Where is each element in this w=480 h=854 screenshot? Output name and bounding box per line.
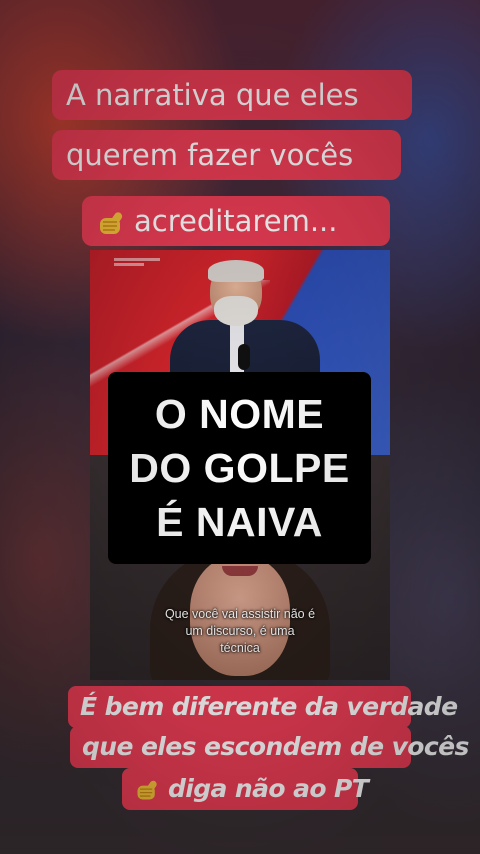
pointing-hand-icon: [134, 777, 160, 803]
headline-box: O NOME DO GOLPE É NAIVA: [108, 372, 371, 564]
headline-line: É NAIVA: [156, 499, 323, 545]
top-caption-line: querem fazer vocês: [52, 130, 401, 180]
bottom-caption-line: É bem diferente da verdade: [68, 686, 458, 728]
top-caption-line: acreditarem...: [82, 196, 390, 246]
headline-line: DO GOLPE: [129, 445, 350, 491]
top-caption-line: A narrativa que eles: [52, 70, 412, 120]
video-post: A narrativa que eles querem fazer vocês …: [0, 0, 480, 854]
pointing-hand-icon: [96, 208, 126, 238]
broadcaster-logo: [114, 258, 160, 268]
bottom-caption-line: que eles escondem de vocês: [70, 726, 469, 768]
headline-line: O NOME: [154, 391, 325, 437]
bottom-caption-line: diga não ao PT: [122, 768, 369, 810]
video-subtitle: Que você vai assistir não é um discurso,…: [164, 607, 316, 655]
microphone: [238, 344, 250, 370]
